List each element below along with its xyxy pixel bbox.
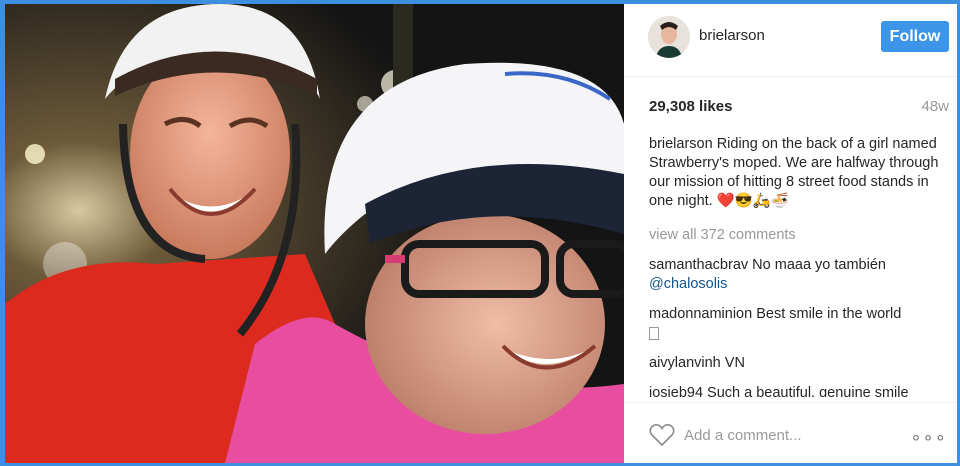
comment-username[interactable]: iosieb94 xyxy=(649,385,703,397)
comment-text: Such a beautiful, genuine smile xyxy=(707,385,909,397)
comment-item: iosieb94 Such a beautiful, genuine smile xyxy=(649,384,939,397)
likes-count[interactable]: 29,308 likes xyxy=(649,98,732,115)
avatar[interactable] xyxy=(648,16,690,58)
more-options-icon[interactable]: ∘∘∘ xyxy=(910,427,947,448)
post-photo[interactable] xyxy=(5,4,624,463)
avatar-image xyxy=(648,16,690,58)
comment-text: Best smile in the world xyxy=(756,306,902,322)
emoji-placeholder-icon xyxy=(649,326,659,340)
screenshot-frame: brielarson Follow 29,308 likes 48w briel… xyxy=(0,0,960,466)
post-side-panel: brielarson Follow 29,308 likes 48w briel… xyxy=(624,4,957,463)
comment-item: madonnaminion Best smile in the world xyxy=(649,305,939,343)
heart-icon[interactable] xyxy=(649,423,675,447)
add-comment-input[interactable]: Add a comment... xyxy=(684,427,802,444)
post-header: brielarson Follow xyxy=(624,4,957,77)
view-all-comments-link[interactable]: view all 372 comments xyxy=(649,226,939,245)
post-actions-bar: Add a comment... ∘∘∘ xyxy=(624,402,957,463)
post-author-username[interactable]: brielarson xyxy=(699,27,765,44)
comment-text: VN xyxy=(724,355,745,371)
comment-username[interactable]: madonnaminion xyxy=(649,306,752,322)
follow-button[interactable]: Follow xyxy=(881,21,949,52)
caption-username[interactable]: brielarson xyxy=(649,136,713,152)
comments-section: brielarson Riding on the back of a girl … xyxy=(649,135,939,397)
comment-text: No maaa yo también xyxy=(752,257,886,273)
comment-username[interactable]: aivylanvinh xyxy=(649,355,721,371)
instagram-post: brielarson Follow 29,308 likes 48w briel… xyxy=(5,4,957,463)
post-age[interactable]: 48w xyxy=(921,98,949,115)
comment-item: samanthacbrav No maaa yo también @chalos… xyxy=(649,256,939,294)
comment-username[interactable]: samanthacbrav xyxy=(649,257,748,273)
post-caption: brielarson Riding on the back of a girl … xyxy=(649,135,939,211)
comment-mention[interactable]: @chalosolis xyxy=(649,276,727,292)
selfie-image xyxy=(5,4,624,463)
comment-item: aivylanvinh VN xyxy=(649,354,939,373)
